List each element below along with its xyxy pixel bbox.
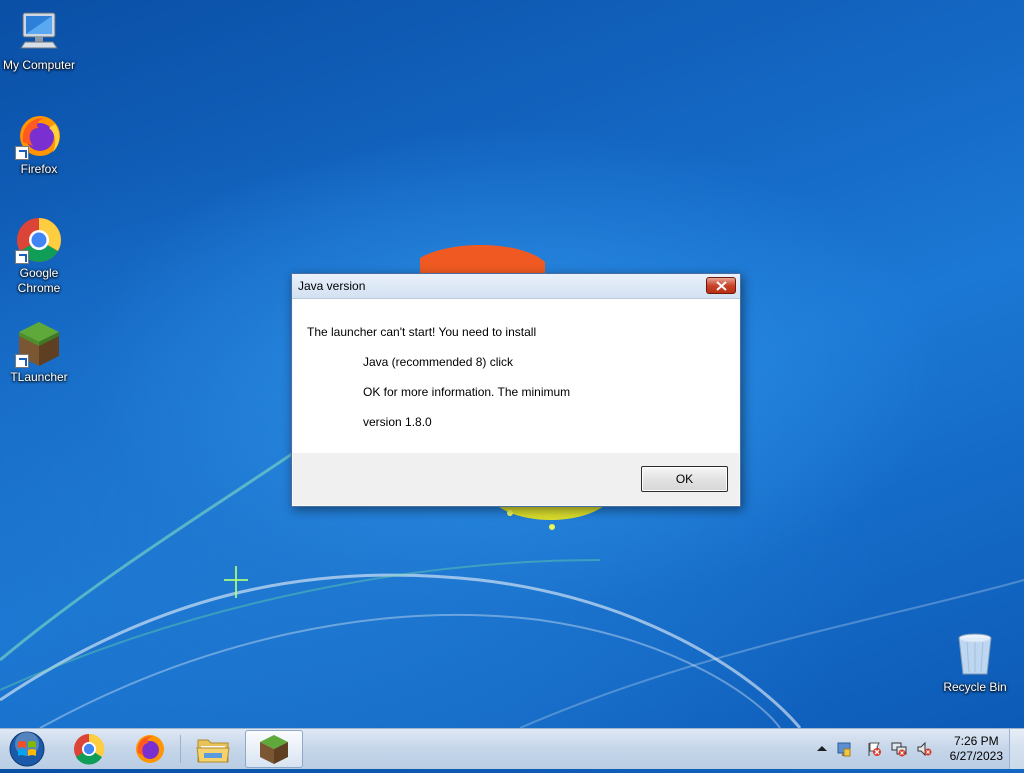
windows-logo-icon — [9, 731, 45, 767]
firefox-icon — [15, 112, 63, 160]
dialog-content: The launcher can't start! You need to in… — [293, 299, 739, 453]
desktop-icon-label: My Computer — [2, 58, 76, 72]
action-center-flag-alert-icon[interactable] — [866, 741, 882, 757]
dialog-message-line: OK for more information. The minimum — [363, 385, 571, 399]
computer-icon — [15, 8, 63, 56]
chrome-icon — [15, 216, 63, 264]
desktop-icon-label: Google Chrome — [17, 266, 61, 295]
network-disconnected-icon[interactable] — [891, 741, 907, 757]
java-version-dialog: Java version The launcher can't start! Y… — [291, 273, 741, 507]
taskbar-tlauncher[interactable] — [245, 730, 303, 768]
close-icon — [716, 281, 727, 291]
close-button[interactable] — [706, 277, 736, 294]
shortcut-arrow-icon — [15, 250, 29, 264]
start-button[interactable] — [4, 730, 50, 768]
taskbar: 7:26 PM 6/27/2023 — [0, 728, 1024, 769]
clock-time: 7:26 PM — [953, 734, 999, 748]
taskbar-separator — [180, 735, 181, 763]
taskbar-clock[interactable]: 7:26 PM 6/27/2023 — [950, 734, 1003, 764]
dialog-message-line: Java (recommended 8) click — [363, 355, 514, 369]
dialog-message-line: The launcher can't start! You need to in… — [307, 325, 537, 339]
dialog-titlebar[interactable]: Java version — [292, 274, 740, 299]
desktop-icon-my-computer[interactable]: My Computer — [0, 8, 78, 73]
desktop-icon-label: Firefox — [20, 162, 58, 176]
dialog-message-line: version 1.8.0 — [363, 415, 432, 429]
taskbar-file-explorer[interactable] — [184, 730, 242, 768]
taskbar-chrome[interactable] — [60, 730, 118, 768]
desktop-icon-tlauncher[interactable]: TLauncher — [0, 320, 78, 385]
tlauncher-icon — [260, 735, 288, 764]
chrome-icon — [74, 733, 105, 765]
desktop-icon-label: Recycle Bin — [943, 680, 1007, 694]
desktop-icon-recycle-bin[interactable]: Recycle Bin — [936, 630, 1014, 695]
action-center-icon[interactable] — [836, 741, 852, 757]
desktop-icon-label: TLauncher — [10, 370, 68, 384]
clock-date: 6/27/2023 — [949, 749, 1003, 763]
taskbar-firefox[interactable] — [121, 730, 179, 768]
shortcut-arrow-icon — [15, 354, 29, 368]
show-desktop-button[interactable] — [1009, 729, 1024, 769]
dialog-title: Java version — [298, 279, 366, 293]
volume-muted-icon[interactable] — [916, 741, 932, 757]
ok-button[interactable]: OK — [641, 466, 728, 492]
desktop-icon-google-chrome[interactable]: Google Chrome — [0, 216, 78, 296]
tlauncher-icon — [15, 320, 63, 368]
firefox-icon — [136, 735, 164, 763]
shortcut-arrow-icon — [15, 146, 29, 160]
desktop-icon-firefox[interactable]: Firefox — [0, 112, 78, 177]
show-hidden-icons-chevron-icon[interactable] — [814, 741, 830, 757]
folder-icon — [196, 739, 230, 763]
recycle-bin-icon — [951, 630, 999, 678]
